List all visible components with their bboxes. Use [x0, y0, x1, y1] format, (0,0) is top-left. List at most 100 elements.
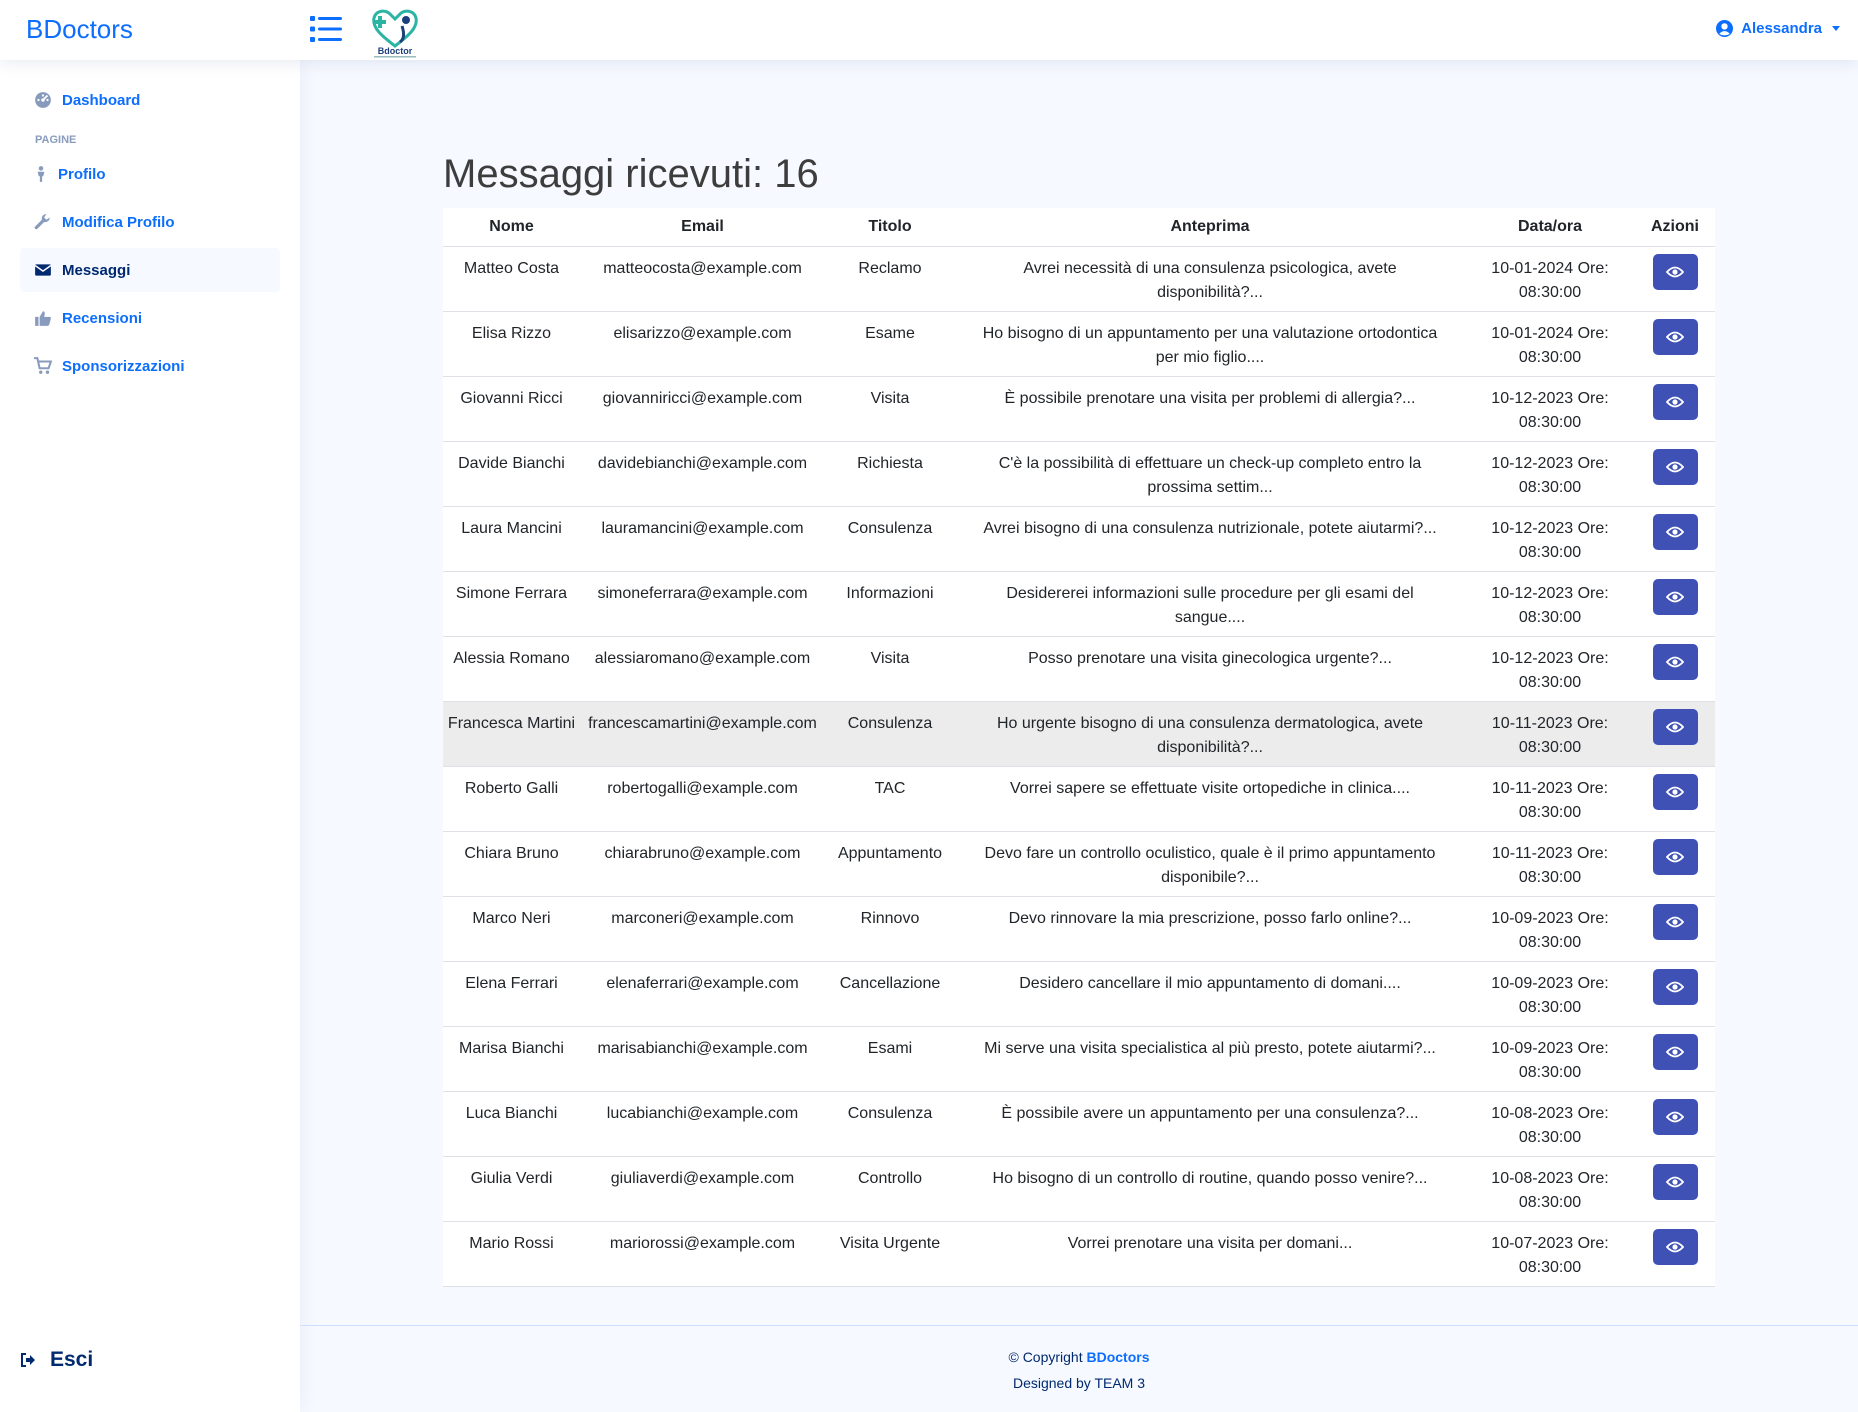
bdoctor-logo[interactable]: Bdoctor	[364, 6, 426, 60]
time-text: 08:30:00	[1518, 283, 1582, 301]
table-row: Laura Mancini lauramancini@example.com Con…	[443, 506, 1715, 572]
eye-icon	[1666, 1046, 1684, 1057]
user-name: Alessandra	[1741, 20, 1822, 37]
cell-anteprima: Ho bisogno di un controllo di routine, q…	[955, 1156, 1465, 1222]
sidebar-item-sponsorizzazioni[interactable]: Sponsorizzazioni	[20, 344, 280, 388]
date-text: 10-12-2023 Ore:	[1491, 389, 1609, 407]
cell-data-ora: 10-12-2023 Ore: 08:30:00	[1465, 376, 1635, 442]
view-message-button[interactable]	[1652, 773, 1698, 810]
table-row: Francesca Martini francescamartini@exampl…	[443, 701, 1715, 767]
logout-button[interactable]: Esci	[20, 1348, 93, 1372]
view-message-button[interactable]	[1652, 903, 1698, 940]
cell-titolo: Visita	[825, 376, 955, 442]
cell-azioni	[1635, 376, 1715, 442]
chevron-down-icon	[1832, 26, 1840, 31]
cell-email: simoneferrara@example.com	[580, 571, 825, 637]
cell-nome: Roberto Galli	[443, 766, 580, 832]
cell-azioni	[1635, 896, 1715, 962]
time-text: 08:30:00	[1518, 1128, 1582, 1146]
table-row: Giulia Verdi giuliaverdi@example.com Contr…	[443, 1156, 1715, 1222]
sidebar-item-dashboard[interactable]: Dashboard	[20, 78, 280, 122]
eye-icon	[1666, 1111, 1684, 1122]
date-text: 10-11-2023 Ore:	[1491, 714, 1609, 732]
view-message-button[interactable]	[1652, 383, 1698, 420]
dashboard-icon	[35, 92, 51, 108]
cell-email: robertogalli@example.com	[580, 766, 825, 832]
user-menu[interactable]: Alessandra	[1716, 20, 1840, 37]
view-message-button[interactable]	[1652, 253, 1698, 290]
cell-email: giuliaverdi@example.com	[580, 1156, 825, 1222]
cell-azioni	[1635, 636, 1715, 702]
view-message-button[interactable]	[1652, 643, 1698, 680]
date-text: 10-07-2023 Ore:	[1491, 1234, 1609, 1252]
sidebar-item-messaggi[interactable]: Messaggi	[20, 248, 280, 292]
cell-email: marisabianchi@example.com	[580, 1026, 825, 1092]
view-message-button[interactable]	[1652, 708, 1698, 745]
column-header-anteprima: Anteprima	[955, 208, 1465, 247]
sidebar-heading: PAGINE	[35, 134, 77, 146]
cell-nome: Elena Ferrari	[443, 961, 580, 1027]
table-row: Mario Rossi mariorossi@example.com Visita …	[443, 1221, 1715, 1287]
cell-anteprima: Posso prenotare una visita ginecologica …	[955, 636, 1465, 702]
sidebar-item-recensioni[interactable]: Recensioni	[20, 296, 280, 340]
sidebar-item-profilo[interactable]: Profilo	[20, 152, 280, 196]
table-row: Marco Neri marconeri@example.com Rinnovo De…	[443, 896, 1715, 962]
cell-nome: Marisa Bianchi	[443, 1026, 580, 1092]
cell-data-ora: 10-12-2023 Ore: 08:30:00	[1465, 506, 1635, 572]
cell-anteprima: È possibile prenotare una visita per pro…	[955, 376, 1465, 442]
table-row: Elisa Rizzo elisarizzo@example.com Esame Ho…	[443, 311, 1715, 377]
eye-icon	[1666, 851, 1684, 862]
view-message-button[interactable]	[1652, 578, 1698, 615]
column-header-azioni: Azioni	[1635, 208, 1715, 247]
cell-nome: Luca Bianchi	[443, 1091, 580, 1157]
person-icon	[37, 166, 45, 182]
cell-email: alessiaromano@example.com	[580, 636, 825, 702]
cell-azioni	[1635, 441, 1715, 507]
table-header-row: Nome Email Titolo Anteprima Data/ora Azi…	[443, 208, 1715, 247]
cell-data-ora: 10-11-2023 Ore: 08:30:00	[1465, 831, 1635, 897]
view-message-button[interactable]	[1652, 1098, 1698, 1135]
sidebar-item-modifica-profilo[interactable]: Modifica Profilo	[20, 200, 280, 244]
view-message-button[interactable]	[1652, 318, 1698, 355]
time-text: 08:30:00	[1518, 1063, 1582, 1081]
cell-data-ora: 10-09-2023 Ore: 08:30:00	[1465, 961, 1635, 1027]
time-text: 08:30:00	[1518, 673, 1582, 691]
time-text: 08:30:00	[1518, 738, 1582, 756]
view-message-button[interactable]	[1652, 1033, 1698, 1070]
thumbs-up-icon	[35, 311, 51, 326]
view-message-button[interactable]	[1652, 968, 1698, 1005]
sidebar-item-label: Modifica Profilo	[62, 213, 175, 231]
view-message-button[interactable]	[1652, 1163, 1698, 1200]
date-text: 10-11-2023 Ore:	[1491, 779, 1609, 797]
sidebar-toggle-list-icon[interactable]	[310, 14, 342, 44]
page-title: Messaggi ricevuti: 16	[443, 152, 819, 196]
time-text: 08:30:00	[1518, 348, 1582, 366]
date-text: 10-09-2023 Ore:	[1491, 909, 1609, 927]
view-message-button[interactable]	[1652, 448, 1698, 485]
view-message-button[interactable]	[1652, 838, 1698, 875]
cell-azioni	[1635, 246, 1715, 312]
cell-data-ora: 10-12-2023 Ore: 08:30:00	[1465, 571, 1635, 637]
date-text: 10-01-2024 Ore:	[1491, 324, 1609, 342]
table-row: Chiara Bruno chiarabruno@example.com Appun…	[443, 831, 1715, 897]
cell-email: davidebianchi@example.com	[580, 441, 825, 507]
date-text: 10-12-2023 Ore:	[1491, 454, 1609, 472]
time-text: 08:30:00	[1518, 868, 1582, 886]
cell-azioni	[1635, 1026, 1715, 1092]
cell-email: lucabianchi@example.com	[580, 1091, 825, 1157]
cell-azioni	[1635, 1156, 1715, 1222]
cell-azioni	[1635, 766, 1715, 832]
view-message-button[interactable]	[1652, 1228, 1698, 1265]
cell-azioni	[1635, 1091, 1715, 1157]
cell-titolo: Cancellazione	[825, 961, 955, 1027]
cell-anteprima: Devo fare un controllo oculistico, quale…	[955, 831, 1465, 897]
cell-azioni	[1635, 311, 1715, 377]
view-message-button[interactable]	[1652, 513, 1698, 550]
brand-logo[interactable]: BDoctors	[26, 14, 133, 45]
cell-titolo: Esame	[825, 311, 955, 377]
time-text: 08:30:00	[1518, 413, 1582, 431]
cell-anteprima: Desidero cancellare il mio appuntamento …	[955, 961, 1465, 1027]
cell-titolo: Controllo	[825, 1156, 955, 1222]
cell-nome: Giovanni Ricci	[443, 376, 580, 442]
cell-nome: Alessia Romano	[443, 636, 580, 702]
